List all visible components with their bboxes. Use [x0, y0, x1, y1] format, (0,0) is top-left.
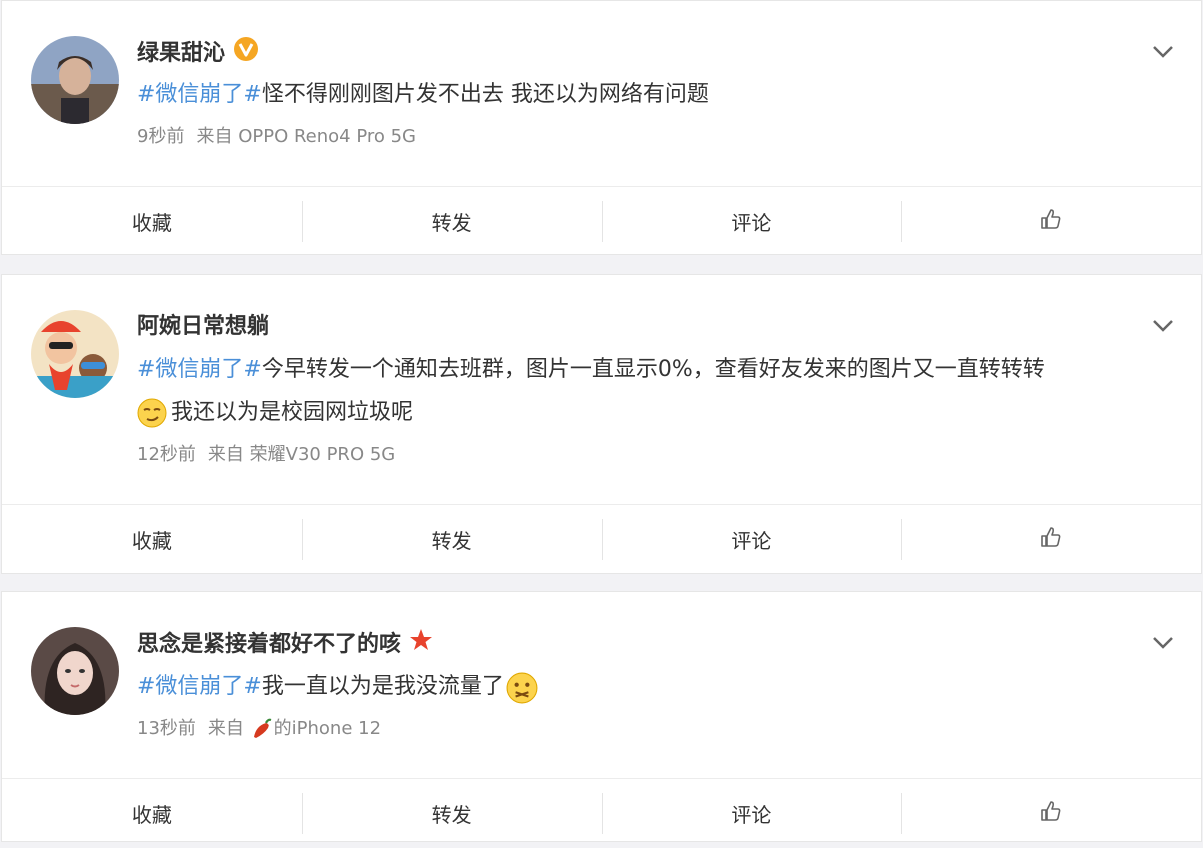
post-source[interactable]: 荣耀V30 PRO 5G [250, 443, 396, 467]
surprised-emoji-icon [506, 672, 538, 704]
source-prefix: 来自 [196, 126, 233, 147]
post-time[interactable]: 9秒前 [137, 125, 184, 149]
post-card: 绿果甜沁 #微信崩了#怪不得刚刚图片发不出去 我还以为网络有问题 9秒前 来自 … [1, 0, 1202, 255]
post-body: 今早转发一个通知去班群，图片一直显示0%，查看好友发来的图片又一直转转转 [261, 357, 1045, 382]
author-name-text[interactable]: 绿果甜沁 [137, 39, 225, 69]
author-name[interactable]: 绿果甜沁 [137, 36, 259, 71]
chevron-down-icon[interactable] [1151, 630, 1175, 654]
smirk-emoji-icon [137, 398, 167, 428]
favorite-button[interactable]: 收藏 [2, 187, 302, 256]
avatar[interactable] [31, 310, 119, 398]
post-card: 思念是紧接着都好不了的咳 #微信崩了#我一直以为是我没流量了 13秒前 来自 的… [1, 591, 1202, 842]
post-source[interactable]: OPPO Reno4 Pro 5G [238, 125, 416, 149]
avatar[interactable] [31, 36, 119, 124]
like-button[interactable] [901, 505, 1201, 574]
hashtag-link[interactable]: #微信崩了# [137, 357, 262, 382]
action-bar: 收藏 转发 评论 [2, 504, 1201, 574]
comment-button[interactable]: 评论 [601, 505, 902, 574]
chevron-down-icon[interactable] [1151, 39, 1175, 63]
post-body-line2: 我还以为是校园网垃圾呢 [171, 400, 414, 425]
chili-pepper-icon [250, 717, 274, 741]
post-text: #微信崩了#今早转发一个通知去班群，图片一直显示0%，查看好友发来的图片又一直转… [137, 348, 1141, 434]
post-body: 我一直以为是我没流量了 [261, 674, 504, 699]
post-meta: 12秒前 来自 荣耀V30 PRO 5G [137, 443, 395, 467]
author-name-text[interactable]: 思念是紧接着都好不了的咳 [137, 630, 401, 660]
repost-button[interactable]: 转发 [301, 505, 602, 574]
source-prefix: 来自 [207, 718, 244, 739]
thumbs-up-icon [1039, 525, 1063, 554]
thumbs-up-icon [1039, 207, 1063, 236]
avatar[interactable] [31, 627, 119, 715]
hashtag-link[interactable]: #微信崩了# [137, 674, 262, 699]
post-meta: 13秒前 来自 的iPhone 12 [137, 717, 381, 741]
post-text: #微信崩了#我一直以为是我没流量了 [137, 665, 1141, 708]
repost-button[interactable]: 转发 [301, 779, 602, 848]
favorite-button[interactable]: 收藏 [2, 779, 302, 848]
red-star-icon [409, 628, 433, 661]
like-button[interactable] [901, 187, 1201, 256]
author-name[interactable]: 思念是紧接着都好不了的咳 [137, 628, 433, 661]
favorite-button[interactable]: 收藏 [2, 505, 302, 574]
post-source[interactable]: 的iPhone 12 [274, 717, 381, 741]
source-prefix: 来自 [207, 444, 244, 465]
action-bar: 收藏 转发 评论 [2, 778, 1201, 848]
action-bar: 收藏 转发 评论 [2, 186, 1201, 256]
post-text: #微信崩了#怪不得刚刚图片发不出去 我还以为网络有问题 [137, 73, 1141, 116]
comment-button[interactable]: 评论 [601, 187, 902, 256]
post-body: 怪不得刚刚图片发不出去 我还以为网络有问题 [261, 82, 709, 107]
comment-button[interactable]: 评论 [601, 779, 902, 848]
post-time[interactable]: 13秒前 [137, 717, 196, 741]
post-card: 阿婉日常想躺 #微信崩了#今早转发一个通知去班群，图片一直显示0%，查看好友发来… [1, 274, 1202, 574]
hashtag-link[interactable]: #微信崩了# [137, 82, 262, 107]
thumbs-up-icon [1039, 799, 1063, 828]
like-button[interactable] [901, 779, 1201, 848]
chevron-down-icon[interactable] [1151, 313, 1175, 337]
repost-button[interactable]: 转发 [301, 187, 602, 256]
verified-badge-icon [233, 36, 259, 71]
post-meta: 9秒前 来自 OPPO Reno4 Pro 5G [137, 125, 416, 149]
author-name-text[interactable]: 阿婉日常想躺 [137, 312, 269, 342]
author-name[interactable]: 阿婉日常想躺 [137, 312, 269, 342]
post-time[interactable]: 12秒前 [137, 443, 196, 467]
